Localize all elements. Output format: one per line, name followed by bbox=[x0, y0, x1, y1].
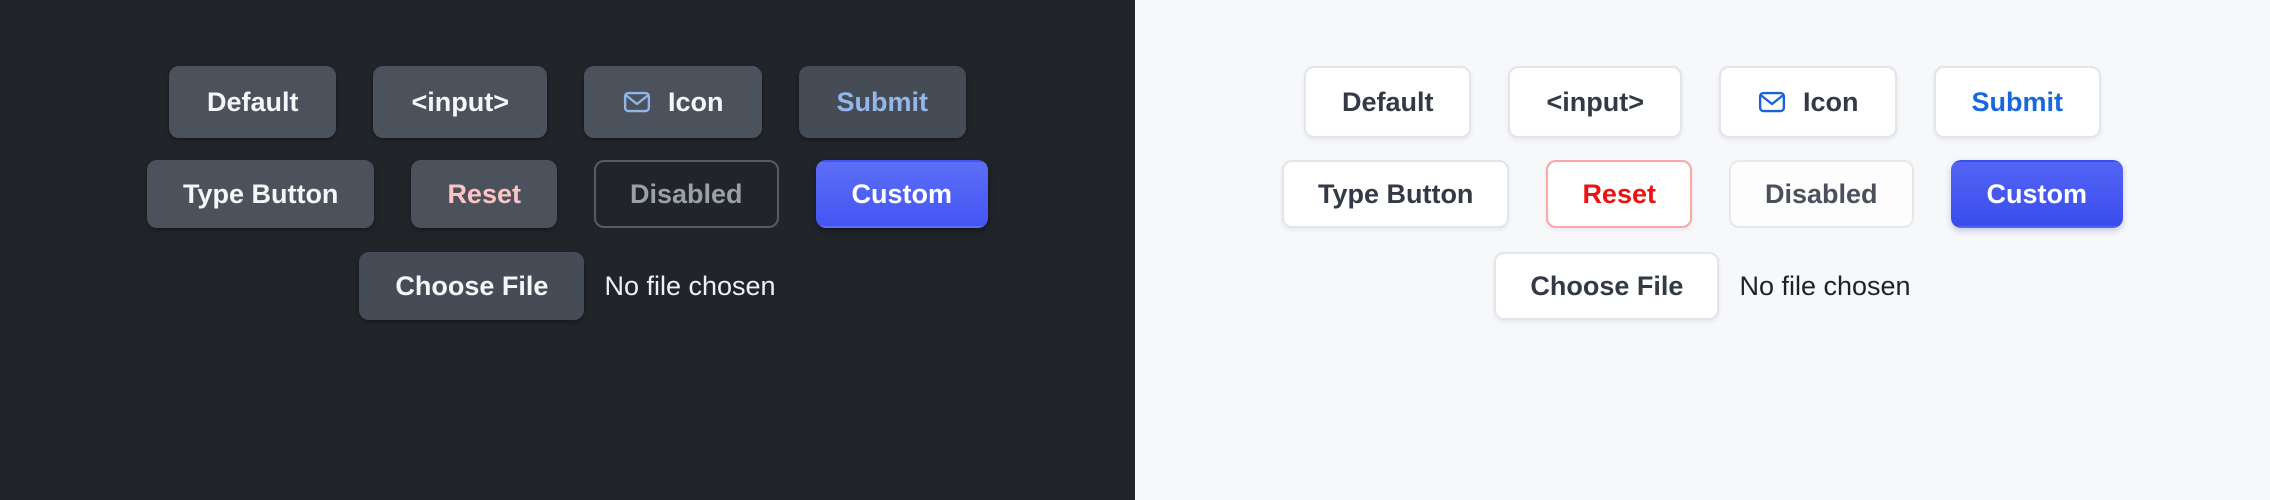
button-row-secondary: Type Button Reset Disabled Custom bbox=[0, 160, 1135, 228]
input-button[interactable]: <input> bbox=[373, 66, 547, 138]
button-label: Type Button bbox=[1317, 178, 1474, 209]
button-label: Icon bbox=[668, 86, 724, 117]
file-status-text: No file chosen bbox=[1739, 270, 1911, 301]
reset-button[interactable]: Reset bbox=[1546, 160, 1692, 228]
mail-icon bbox=[1757, 87, 1787, 117]
disabled-button: Disabled bbox=[1728, 160, 1914, 228]
default-button[interactable]: Default bbox=[168, 66, 337, 138]
choose-file-button[interactable]: Choose File bbox=[1494, 252, 1720, 320]
file-input-row: Choose File No file chosen bbox=[1135, 252, 2270, 320]
button-label: Custom bbox=[1986, 178, 2088, 209]
button-label: Choose File bbox=[1530, 270, 1684, 301]
submit-button[interactable]: Submit bbox=[798, 66, 967, 138]
choose-file-button[interactable]: Choose File bbox=[359, 252, 585, 320]
submit-button[interactable]: Submit bbox=[1933, 66, 2102, 138]
button-label: <input> bbox=[1546, 86, 1644, 117]
file-input[interactable]: Choose File No file chosen bbox=[1494, 252, 1911, 320]
button-label: Type Button bbox=[182, 178, 339, 209]
button-label: Default bbox=[206, 86, 299, 117]
file-status-text: No file chosen bbox=[604, 270, 776, 301]
icon-button[interactable]: Icon bbox=[584, 66, 762, 138]
default-button[interactable]: Default bbox=[1303, 66, 1472, 138]
button-label: Disabled bbox=[1764, 178, 1878, 209]
dark-theme-panel: Default <input> Icon Submit Type Button … bbox=[0, 0, 1135, 500]
reset-button[interactable]: Reset bbox=[411, 160, 557, 228]
button-label: Reset bbox=[1582, 178, 1656, 209]
button-label: Reset bbox=[447, 178, 521, 209]
button-label: Choose File bbox=[395, 270, 549, 301]
button-label: Default bbox=[1341, 86, 1434, 117]
type-button[interactable]: Type Button bbox=[1281, 160, 1510, 228]
file-input-row: Choose File No file chosen bbox=[0, 252, 1135, 320]
custom-button[interactable]: Custom bbox=[815, 160, 989, 228]
input-button[interactable]: <input> bbox=[1508, 66, 1682, 138]
mail-icon bbox=[622, 87, 652, 117]
button-label: Disabled bbox=[629, 178, 743, 209]
custom-button[interactable]: Custom bbox=[1950, 160, 2124, 228]
theme-split-container: Default <input> Icon Submit Type Button … bbox=[0, 0, 2270, 500]
disabled-button: Disabled bbox=[593, 160, 779, 228]
button-label: Icon bbox=[1803, 86, 1859, 117]
button-label: <input> bbox=[411, 86, 509, 117]
icon-button[interactable]: Icon bbox=[1719, 66, 1897, 138]
button-row-secondary: Type Button Reset Disabled Custom bbox=[1135, 160, 2270, 228]
button-label: Submit bbox=[836, 86, 929, 117]
file-input[interactable]: Choose File No file chosen bbox=[359, 252, 776, 320]
button-label: Custom bbox=[851, 178, 953, 209]
button-row-primary: Default <input> Icon Submit bbox=[0, 66, 1135, 138]
light-theme-panel: Default <input> Icon Submit Type Button … bbox=[1135, 0, 2270, 500]
button-row-primary: Default <input> Icon Submit bbox=[1135, 66, 2270, 138]
button-label: Submit bbox=[1971, 86, 2064, 117]
type-button[interactable]: Type Button bbox=[146, 160, 375, 228]
